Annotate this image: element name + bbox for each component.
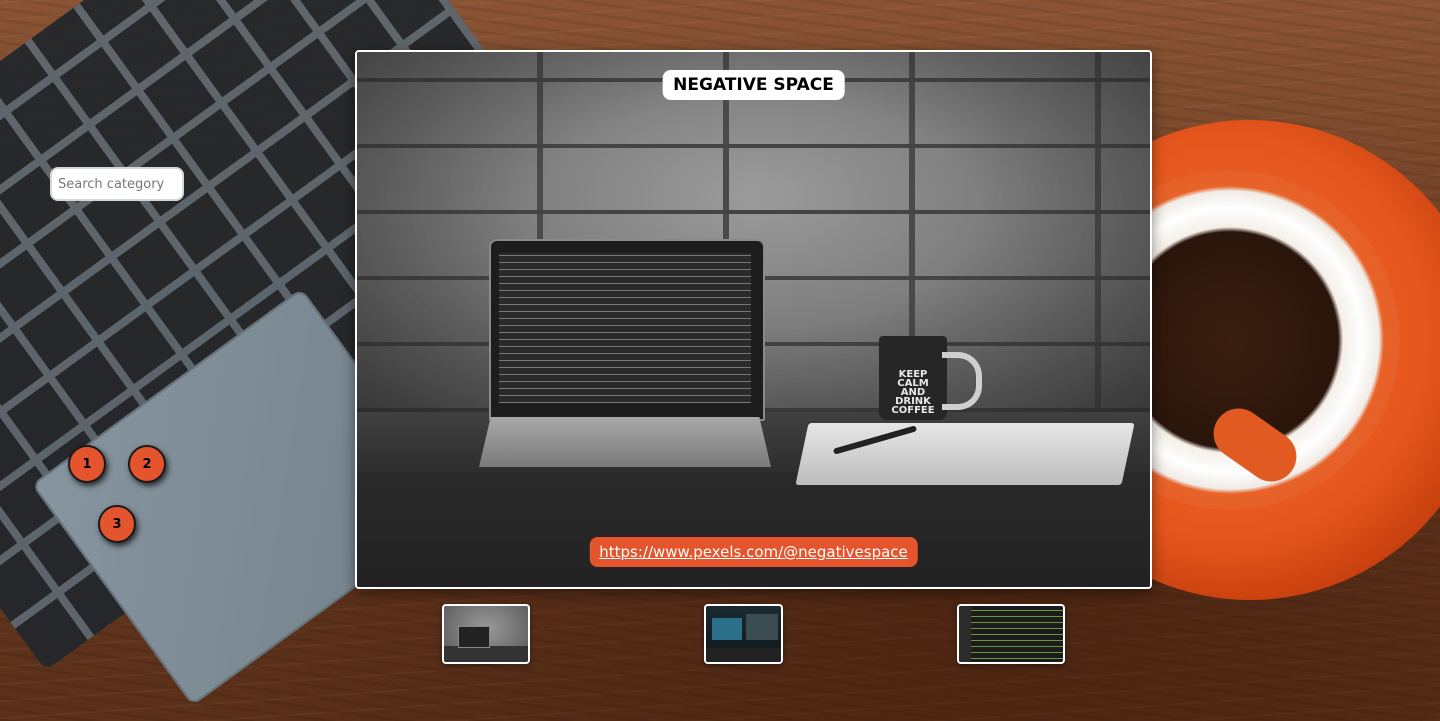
thumbnail-3[interactable] <box>957 604 1065 664</box>
image-caption: NEGATIVE SPACE <box>662 70 845 100</box>
thumbnail-1[interactable] <box>442 604 530 664</box>
thumbnail-2[interactable] <box>704 604 783 664</box>
page-button-2[interactable]: 2 <box>128 445 166 483</box>
main-image-viewer: KEEP CALM AND DRINK COFFEE NEGATIVE SPAC… <box>355 50 1152 589</box>
mug-handle-photo <box>942 352 982 410</box>
desk-front <box>357 472 1150 587</box>
page-button-3[interactable]: 3 <box>98 505 136 543</box>
page-button-1[interactable]: 1 <box>68 445 106 483</box>
mug-text: KEEP CALM AND DRINK COFFEE <box>891 369 935 416</box>
notebook-photo <box>795 423 1135 485</box>
credit-link[interactable]: https://www.pexels.com/@negativespace <box>589 537 918 567</box>
search-category-input[interactable] <box>50 167 184 201</box>
